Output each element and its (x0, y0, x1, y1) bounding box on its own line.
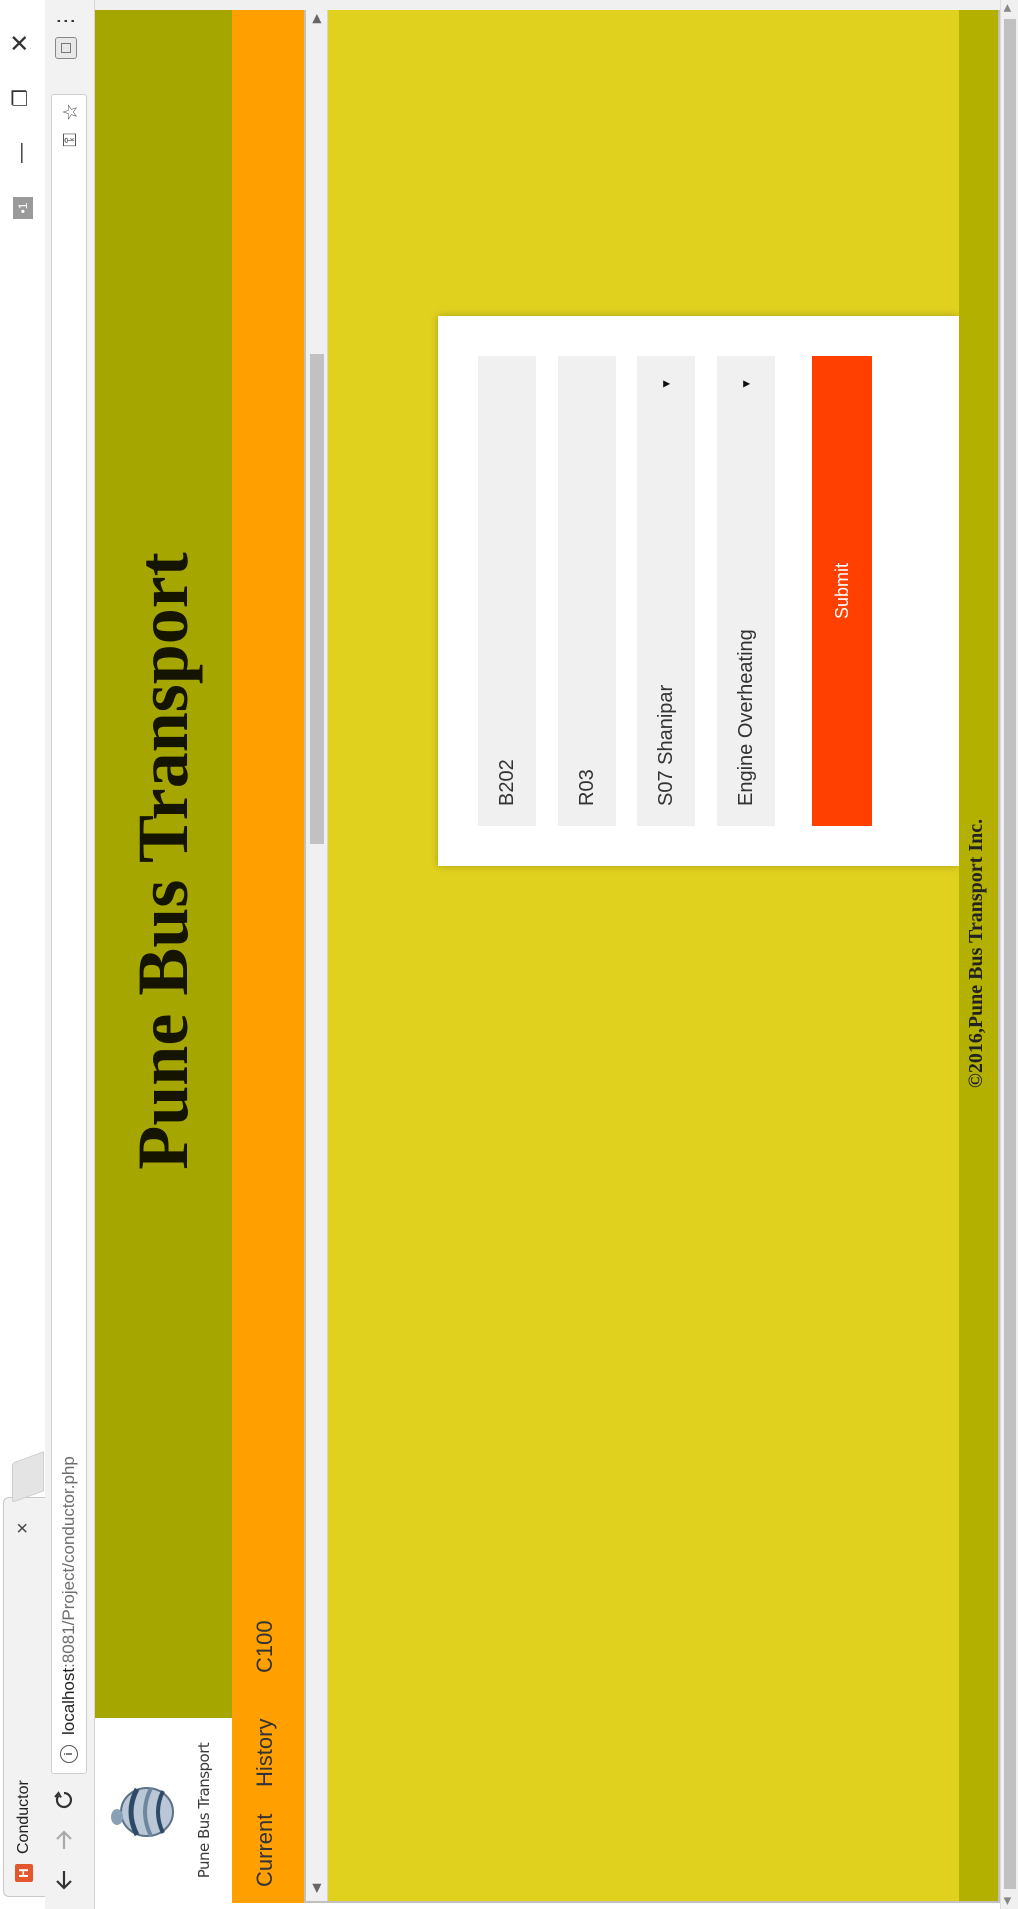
scroll-left-icon[interactable]: ◀ (309, 1884, 323, 1893)
triangle-down-icon: ▼ (739, 378, 753, 390)
reload-icon (54, 1791, 73, 1809)
back-button[interactable] (53, 1865, 83, 1895)
url-path: :8081/Project/conductor.php (59, 1456, 78, 1668)
scroll-right-icon[interactable]: ▶ (309, 14, 323, 23)
close-window-button[interactable]: ✕ (6, 27, 36, 59)
arrow-right-icon (56, 1830, 72, 1849)
address-bar[interactable]: i localhost:8081/Project/conductor.php ⚿… (51, 94, 87, 1774)
submit-button[interactable]: Submit (812, 356, 872, 826)
page-horizontal-scrollbar[interactable]: ◀ ▶ (1000, 0, 1018, 1909)
profile-button[interactable]: •1 (6, 192, 36, 224)
footer: ©2016,Pune Bus Transport Inc. (959, 6, 998, 1901)
tab-conductor[interactable]: H Conductor × (3, 1497, 45, 1897)
tab-title: Conductor (15, 1780, 32, 1854)
logo: Pune Bus Transport (95, 1718, 232, 1903)
arrow-left-icon (56, 1871, 72, 1890)
profile-icon: •1 (13, 197, 33, 219)
restore-button[interactable]: ❐ (6, 82, 36, 114)
rotated-screen: H Conductor × •1 — ❐ ✕ i localhost:8081/… (0, 0, 1018, 1909)
content-frame: ◀ ▶ B202 R03 S07 Shanipar ▼ Engine Overh… (304, 4, 1000, 1903)
conductor-id-link[interactable]: C100 (252, 1620, 278, 1673)
report-form: B202 R03 S07 Shanipar ▼ Engine Overheati… (438, 316, 959, 866)
page-vertical-scrollbar[interactable] (95, 0, 1000, 10)
stop-select[interactable]: S07 Shanipar ▼ (637, 356, 695, 826)
key-icon[interactable]: ⚿ (60, 133, 81, 147)
site: Pune Bus Transport Pune Bus Transport Cu… (95, 4, 1000, 1903)
forward-button[interactable] (53, 1825, 83, 1855)
reload-button[interactable] (53, 1785, 83, 1815)
browser-toolbar: i localhost:8081/Project/conductor.php ⚿… (45, 0, 95, 1909)
site-nav: Current History C100 (232, 4, 304, 1903)
url-host: localhost (59, 1667, 78, 1735)
frame-horizontal-scrollbar[interactable]: ◀ ▶ (306, 6, 328, 1901)
nav-current-link[interactable]: Current (252, 1814, 278, 1887)
stop-select-value: S07 Shanipar (655, 684, 677, 806)
more-vert-icon[interactable]: ⋮ (53, 12, 78, 31)
extension-icon[interactable] (55, 37, 77, 59)
page-viewport: Pune Bus Transport Pune Bus Transport Cu… (95, 0, 1018, 1909)
issue-select[interactable]: Engine Overheating ▼ (717, 356, 775, 826)
scrollbar-thumb[interactable] (1004, 19, 1016, 1889)
bus-number-field[interactable]: B202 (478, 356, 536, 826)
tab-close-icon[interactable]: × (12, 1522, 35, 1534)
scroll-right-icon[interactable]: ▶ (1002, 4, 1013, 12)
new-tab-button[interactable] (12, 1451, 44, 1503)
scrollbar-thumb[interactable] (310, 354, 324, 844)
minimize-button[interactable]: — (6, 137, 36, 169)
logo-caption: Pune Bus Transport (195, 1742, 213, 1879)
triangle-down-icon: ▼ (659, 378, 673, 390)
site-title: Pune Bus Transport (123, 552, 203, 1170)
issue-select-value: Engine Overheating (735, 629, 757, 806)
nav-history-link[interactable]: History (252, 1719, 278, 1787)
scroll-left-icon[interactable]: ◀ (1002, 1897, 1013, 1905)
tab-strip: H Conductor × •1 — ❐ ✕ (0, 0, 45, 1909)
site-header: Pune Bus Transport Pune Bus Transport (95, 4, 232, 1903)
info-icon[interactable]: i (60, 1745, 78, 1763)
footer-text: ©2016,Pune Bus Transport Inc. (965, 818, 987, 1089)
url-text: localhost:8081/Project/conductor.php (59, 1456, 79, 1735)
route-field[interactable]: R03 (558, 356, 616, 826)
favicon-icon: H (15, 1864, 33, 1882)
star-icon[interactable]: ☆ (58, 103, 83, 121)
globe-logo-icon (111, 1787, 174, 1837)
